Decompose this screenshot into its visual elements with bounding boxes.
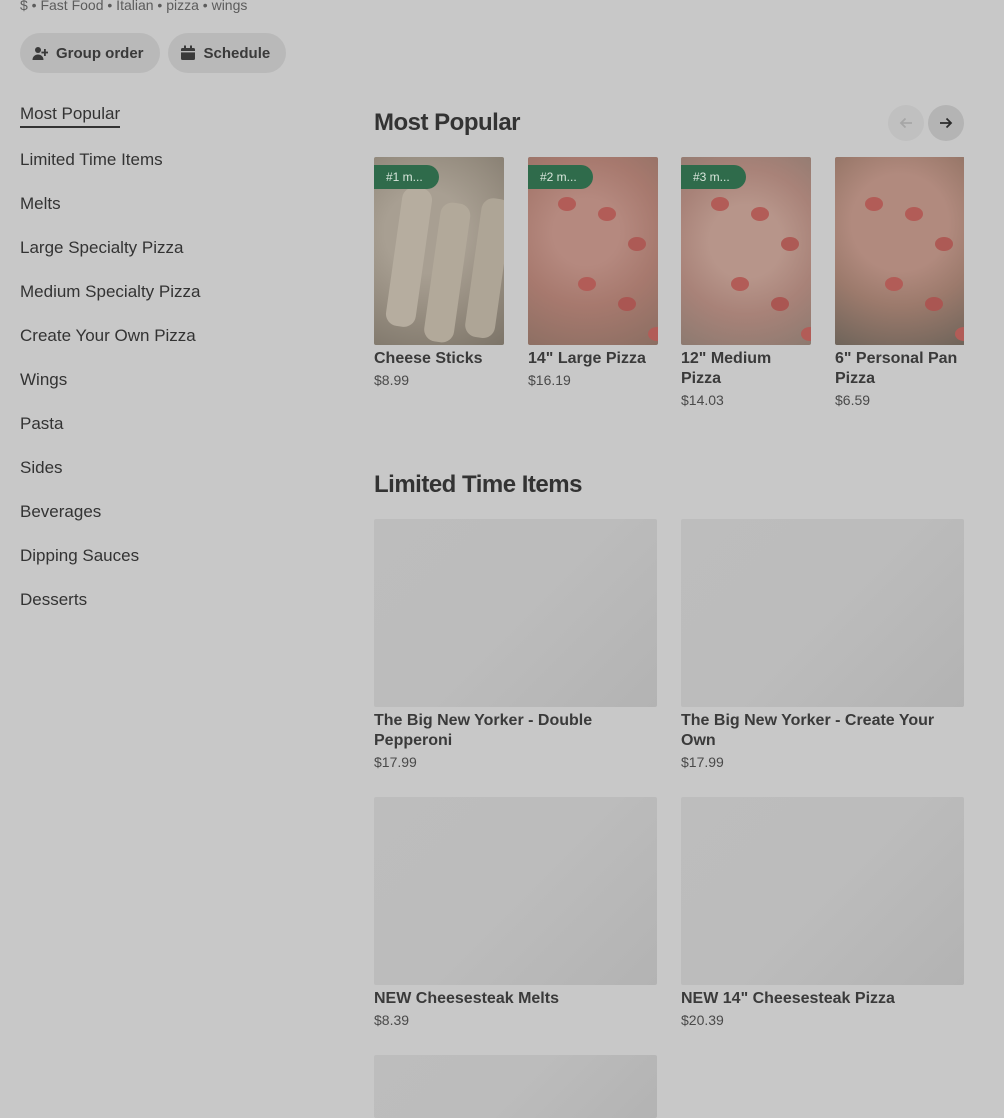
item-image: [681, 519, 964, 707]
sidebar-item-label: Pasta: [20, 414, 64, 433]
store-page: $ • Fast Food • Italian • pizza • wings …: [0, 0, 1004, 1118]
menu-item-card[interactable]: #3 m... 12" Medium Pizza $14.03: [681, 157, 811, 408]
menu-item-card[interactable]: The Big New Yorker - Double Pepperoni $1…: [374, 519, 657, 770]
item-image: [374, 519, 657, 707]
item-price: $8.99: [374, 372, 410, 388]
item-image: #2 m...: [528, 157, 658, 345]
rank-badge: #2 m...: [528, 165, 593, 189]
item-image: [681, 797, 964, 985]
sidebar-item-wings[interactable]: Wings: [20, 358, 320, 402]
item-price: $17.99: [374, 754, 417, 770]
carousel-prev-button[interactable]: [888, 105, 924, 141]
sidebar-item-label: Create Your Own Pizza: [20, 326, 196, 345]
item-image: #3 m...: [681, 157, 811, 345]
item-price: $6.59: [835, 392, 871, 408]
person-add-icon: [32, 45, 48, 61]
item-name: 14" Large Pizza: [528, 350, 646, 367]
sidebar-item-label: Limited Time Items: [20, 150, 163, 169]
item-price: $16.19: [528, 372, 571, 388]
item-price: $17.99: [681, 754, 724, 770]
item-price: $8.39: [374, 1012, 410, 1028]
sidebar-item-pasta[interactable]: Pasta: [20, 402, 320, 446]
arrow-left-icon: [899, 117, 912, 129]
item-image: [835, 157, 964, 345]
item-name: The Big New Yorker - Create Your Own: [681, 712, 935, 749]
most-popular-title: Most Popular: [374, 109, 521, 136]
limited-time-title: Limited Time Items: [374, 471, 582, 498]
most-popular-carousel: #1 m... Cheese Sticks $8.99 #2 m... 14" …: [374, 157, 964, 417]
item-image: #1 m...: [374, 157, 504, 345]
menu-item-card[interactable]: [374, 1055, 657, 1118]
item-image: [374, 797, 657, 985]
item-name: 12" Medium Pizza: [681, 350, 772, 387]
sidebar-item-sides[interactable]: Sides: [20, 446, 320, 490]
arrow-right-icon: [940, 117, 953, 129]
menu-item-card[interactable]: #1 m... Cheese Sticks $8.99: [374, 157, 504, 388]
schedule-button[interactable]: Schedule: [167, 33, 287, 73]
sidebar-item-create-your-own-pizza[interactable]: Create Your Own Pizza: [20, 314, 320, 358]
category-sidebar: Most Popular Limited Time Items Melts La…: [20, 94, 320, 622]
store-actions: Group order Schedule: [20, 33, 287, 73]
item-name: 6" Personal Pan Pizza: [835, 350, 958, 387]
group-order-button[interactable]: Group order: [20, 33, 160, 73]
sidebar-item-large-specialty-pizza[interactable]: Large Specialty Pizza: [20, 226, 320, 270]
menu-item-card[interactable]: The Big New Yorker - Create Your Own $17…: [681, 519, 964, 770]
sidebar-item-label: Sides: [20, 458, 63, 477]
sidebar-item-desserts[interactable]: Desserts: [20, 578, 320, 622]
item-image: [374, 1055, 657, 1118]
menu-item-card[interactable]: #2 m... 14" Large Pizza $16.19: [528, 157, 658, 388]
sidebar-item-label: Beverages: [20, 502, 102, 521]
sidebar-item-label: Medium Specialty Pizza: [20, 282, 201, 301]
sidebar-item-melts[interactable]: Melts: [20, 182, 320, 226]
sidebar-item-label: Desserts: [20, 590, 88, 609]
sidebar-item-most-popular[interactable]: Most Popular: [20, 94, 320, 138]
sidebar-item-dipping-sauces[interactable]: Dipping Sauces: [20, 534, 320, 578]
schedule-label: Schedule: [203, 44, 271, 62]
item-name: NEW Cheesesteak Melts: [374, 990, 559, 1007]
menu-item-card[interactable]: NEW 14" Cheesesteak Pizza $20.39: [681, 797, 964, 1028]
item-price: $20.39: [681, 1012, 724, 1028]
rank-badge: #3 m...: [681, 165, 746, 189]
menu-item-card[interactable]: 6" Personal Pan Pizza $6.59: [835, 157, 964, 408]
carousel-next-button[interactable]: [928, 105, 964, 141]
sidebar-item-label: Melts: [20, 194, 61, 213]
store-tags: $ • Fast Food • Italian • pizza • wings: [20, 0, 248, 13]
item-name: Cheese Sticks: [374, 350, 483, 367]
rank-badge: #1 m...: [374, 165, 439, 189]
sidebar-item-label: Large Specialty Pizza: [20, 238, 184, 257]
item-price: $14.03: [681, 392, 724, 408]
group-order-label: Group order: [56, 44, 144, 62]
calendar-icon: [180, 45, 196, 61]
sidebar-item-label: Dipping Sauces: [20, 546, 140, 565]
item-name: NEW 14" Cheesesteak Pizza: [681, 990, 895, 1007]
sidebar-item-label: Wings: [20, 370, 68, 389]
sidebar-item-label: Most Popular: [20, 104, 121, 128]
menu-item-card[interactable]: NEW Cheesesteak Melts $8.39: [374, 797, 657, 1028]
item-name: The Big New Yorker - Double Pepperoni: [374, 712, 593, 749]
sidebar-item-medium-specialty-pizza[interactable]: Medium Specialty Pizza: [20, 270, 320, 314]
sidebar-item-beverages[interactable]: Beverages: [20, 490, 320, 534]
sidebar-item-limited-time-items[interactable]: Limited Time Items: [20, 138, 320, 182]
